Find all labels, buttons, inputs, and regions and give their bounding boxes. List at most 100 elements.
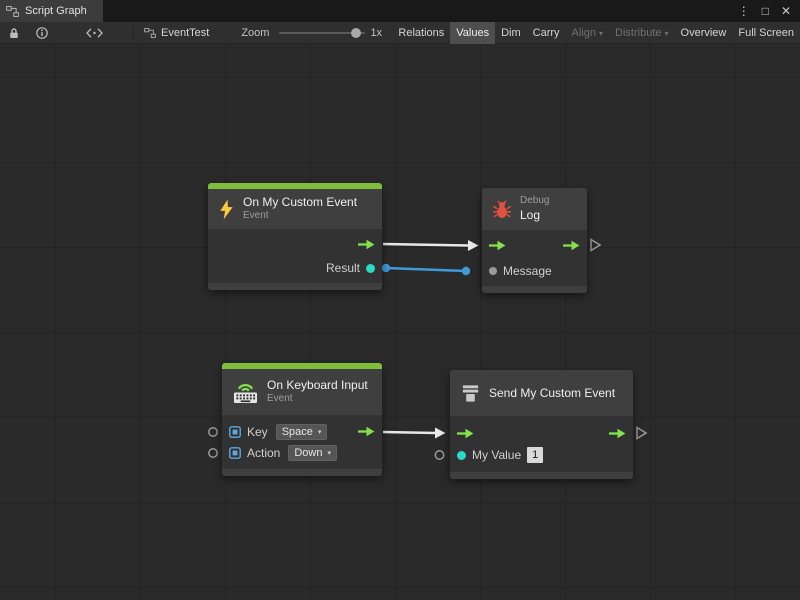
- node-header[interactable]: Send My Custom Event: [450, 370, 633, 416]
- node-footer: [482, 286, 587, 293]
- node-on-my-custom-event[interactable]: On My Custom Event Event Result: [208, 183, 382, 290]
- unconnected-flow-marker[interactable]: [637, 428, 646, 439]
- key-dropdown-value: Space: [282, 426, 313, 438]
- node-title: On Keyboard Input: [267, 378, 368, 393]
- message-value-port[interactable]: [489, 267, 497, 275]
- connection-arrowhead: [468, 240, 479, 251]
- tab-script-graph[interactable]: Script Graph: [0, 0, 103, 22]
- node-title: On My Custom Event: [243, 195, 357, 210]
- maximize-icon[interactable]: □: [762, 0, 769, 22]
- flow-row: [450, 422, 633, 444]
- toolbar-separator: [133, 26, 134, 40]
- node-category: Debug: [520, 195, 549, 208]
- flow-row: [482, 232, 587, 258]
- key-input-row: Key Space ▾: [222, 421, 382, 442]
- graph-toolbar: EventTest Zoom 1x Relations Values Dim C…: [0, 22, 800, 44]
- node-titles: Debug Log: [520, 195, 549, 223]
- node-subtitle: Event: [267, 393, 368, 406]
- action-type-icon: [229, 447, 241, 459]
- result-value-port[interactable]: [366, 264, 375, 273]
- node-header[interactable]: On Keyboard Input Event: [222, 369, 382, 415]
- chevron-down-icon: ▾: [327, 450, 331, 457]
- result-label: Result: [326, 261, 360, 275]
- action-dropdown-value: Down: [294, 447, 322, 459]
- zoom-slider[interactable]: [279, 22, 365, 44]
- flow-output-port[interactable]: [358, 239, 375, 250]
- lightning-bolt-icon: [218, 199, 235, 220]
- close-icon[interactable]: ✕: [781, 0, 791, 22]
- code-view-icon[interactable]: [82, 22, 107, 44]
- node-footer: [450, 472, 633, 479]
- window-menu-icon[interactable]: ⋮: [738, 0, 750, 22]
- unconnected-flow-marker[interactable]: [591, 240, 600, 251]
- lock-icon[interactable]: [4, 22, 24, 44]
- my-value-input[interactable]: 1: [527, 447, 543, 463]
- node-on-keyboard-input[interactable]: On Keyboard Input Event Key Space ▾: [222, 363, 382, 476]
- toolbar-buttons: Relations Values Dim Carry Align▾ Distri…: [392, 22, 800, 44]
- node-header[interactable]: Debug Log: [482, 188, 587, 230]
- node-body: Key Space ▾ Action Down ▾: [222, 415, 382, 469]
- graph-icon: [144, 28, 156, 38]
- action-dropdown[interactable]: Down ▾: [288, 445, 337, 461]
- my-value-label: My Value: [472, 448, 521, 462]
- node-subtitle: Event: [243, 210, 357, 223]
- values-button[interactable]: Values: [450, 22, 495, 44]
- zoom-value: 1x: [370, 27, 382, 39]
- event-machine-icon: [460, 383, 481, 404]
- connection-flow-customevent-to-log[interactable]: [383, 244, 469, 246]
- key-dropdown[interactable]: Space ▾: [276, 424, 328, 440]
- zoom-slider-handle[interactable]: [351, 28, 361, 38]
- node-footer: [208, 283, 382, 290]
- zoom-label: Zoom: [241, 27, 269, 39]
- relations-button[interactable]: Relations: [392, 22, 450, 44]
- connection-value-result-to-message[interactable]: [386, 268, 466, 271]
- message-label: Message: [503, 264, 552, 278]
- chevron-down-icon: ▾: [599, 30, 603, 38]
- dim-button[interactable]: Dim: [495, 22, 527, 44]
- connection-endpoint: [462, 267, 470, 275]
- flow-output-port[interactable]: [609, 428, 626, 439]
- keycode-type-icon: [229, 426, 241, 438]
- window-controls: ⋮ □ ✕: [738, 0, 800, 22]
- overview-button[interactable]: Overview: [675, 22, 733, 44]
- connection-arrowhead: [435, 428, 446, 439]
- node-body: Message: [482, 230, 587, 286]
- carry-button[interactable]: Carry: [527, 22, 566, 44]
- chevron-down-icon: ▾: [318, 429, 322, 436]
- flow-output-port[interactable]: [358, 426, 375, 437]
- action-label: Action: [247, 446, 280, 460]
- result-output-row: Result: [208, 256, 382, 280]
- node-header[interactable]: On My Custom Event Event: [208, 189, 382, 229]
- keyboard-icon: [232, 381, 259, 404]
- node-send-my-custom-event[interactable]: Send My Custom Event My Value 1: [450, 370, 633, 479]
- node-titles: On My Custom Event Event: [243, 195, 357, 223]
- node-body: My Value 1: [450, 416, 633, 472]
- key-label: Key: [247, 425, 268, 439]
- flow-input-port[interactable]: [457, 428, 474, 439]
- unconnected-input-marker[interactable]: [435, 451, 443, 459]
- connection-flow-keyboard-to-send[interactable]: [383, 432, 436, 433]
- flow-output-port[interactable]: [563, 240, 580, 251]
- distribute-button[interactable]: Distribute▾: [609, 22, 674, 44]
- my-value-input-row: My Value 1: [450, 444, 633, 466]
- node-title: Send My Custom Event: [489, 386, 615, 400]
- graph-canvas[interactable]: On My Custom Event Event Result: [0, 44, 800, 600]
- title-bar: Script Graph ⋮ □ ✕: [0, 0, 800, 22]
- align-button[interactable]: Align▾: [566, 22, 609, 44]
- node-title: Log: [520, 208, 549, 223]
- bug-icon: [492, 200, 512, 219]
- action-input-row: Action Down ▾: [222, 442, 382, 463]
- node-debug-log[interactable]: Debug Log Message: [482, 188, 587, 293]
- unconnected-input-marker[interactable]: [209, 428, 217, 436]
- connection-endpoint: [382, 264, 390, 272]
- graph-breadcrumb[interactable]: EventTest: [138, 27, 215, 39]
- flow-input-port[interactable]: [489, 240, 506, 251]
- my-value-port[interactable]: [457, 451, 466, 460]
- info-icon[interactable]: [32, 22, 52, 44]
- node-body: Result: [208, 229, 382, 283]
- connections-layer: [0, 44, 800, 600]
- message-input-row: Message: [482, 258, 587, 284]
- script-graph-icon: [6, 6, 19, 17]
- unconnected-input-marker[interactable]: [209, 449, 217, 457]
- fullscreen-button[interactable]: Full Screen: [732, 22, 800, 44]
